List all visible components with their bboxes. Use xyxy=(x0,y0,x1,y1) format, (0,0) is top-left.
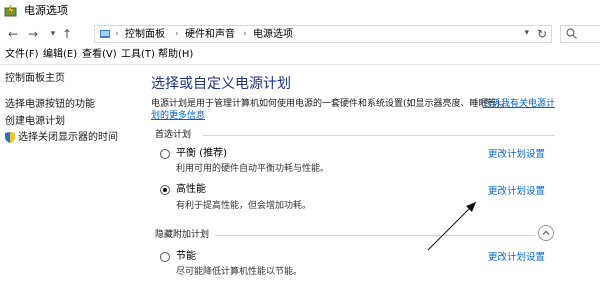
collapse-icon[interactable] xyxy=(538,225,554,241)
plan-balanced-desc: 利用可用的硬件自动平衡功耗与性能。 xyxy=(176,164,330,174)
plan-balanced-settings-link[interactable]: 更改计划设置 xyxy=(488,149,545,161)
sidebar-item-create-plan[interactable]: 创建电源计划 xyxy=(5,115,65,128)
menu-bar: 文件(F) 编辑(E) 查看(V) 工具(T) 帮助(H) xyxy=(0,46,600,64)
menu-divider xyxy=(0,64,600,65)
plan-power-saver-settings-link[interactable]: 更改计划设置 xyxy=(488,252,545,264)
window-title: 电源选项 xyxy=(24,4,68,17)
power-options-icon xyxy=(4,4,17,17)
menu-file[interactable]: 文件(F) xyxy=(5,48,39,62)
address-bar: ← → ▾ ↑ › 控制面板 › 硬件和声音 › 电源选项 ▾ ↻ xyxy=(0,24,600,44)
hidden-plans-label: 隐藏附加计划 xyxy=(155,230,210,240)
menu-help[interactable]: 帮助(H) xyxy=(158,48,193,62)
learn-more-link[interactable]: 告诉我有关电源计 xyxy=(483,98,555,111)
plan-power-saver-radio[interactable] xyxy=(160,252,170,262)
crumb-power-options[interactable]: 电源选项 xyxy=(253,28,293,41)
sidebar-item-power-button[interactable]: 选择电源按钮的功能 xyxy=(5,98,95,111)
address-dropdown-icon[interactable]: ▾ xyxy=(524,28,529,38)
crumb-control-panel[interactable]: 控制面板 xyxy=(125,28,165,41)
forward-icon[interactable]: → xyxy=(26,26,40,42)
page-title: 选择或自定义电源计划 xyxy=(151,76,291,92)
address-box[interactable]: › 控制面板 › 硬件和声音 › 电源选项 ▾ ↻ xyxy=(94,25,552,43)
refresh-icon[interactable]: ↻ xyxy=(537,27,547,41)
search-icon xyxy=(566,28,577,39)
plan-high-performance-desc: 有利于提高性能，但会增加功耗。 xyxy=(176,201,312,211)
back-icon[interactable]: ← xyxy=(6,26,20,42)
up-icon[interactable]: ↑ xyxy=(60,26,74,42)
plan-power-saver-desc: 尽可能降低计算机性能以节能。 xyxy=(176,267,303,277)
crumb-separator: › xyxy=(115,29,119,39)
control-panel-icon xyxy=(100,30,110,38)
title-bar: 电源选项 xyxy=(0,0,600,24)
group-divider xyxy=(215,235,535,236)
preferred-plans-label: 首选计划 xyxy=(155,130,192,140)
learn-more-link-cont[interactable]: 划的更多信息 xyxy=(151,110,205,123)
crumb-hardware-sound[interactable]: 硬件和声音 xyxy=(185,28,235,41)
plan-high-performance-radio[interactable] xyxy=(160,185,170,195)
crumb-separator: › xyxy=(175,29,179,39)
sidebar-item-control-panel-home[interactable]: 控制面板主页 xyxy=(5,72,65,85)
plan-power-saver-name[interactable]: 节能 xyxy=(176,250,196,263)
menu-view[interactable]: 查看(V) xyxy=(82,48,117,62)
plan-high-performance-settings-link[interactable]: 更改计划设置 xyxy=(488,186,545,198)
menu-edit[interactable]: 编辑(E) xyxy=(43,48,77,62)
plan-high-performance-name[interactable]: 高性能 xyxy=(176,183,206,196)
search-input[interactable] xyxy=(560,25,600,43)
crumb-separator: › xyxy=(243,29,247,39)
plan-balanced-name[interactable]: 平衡 (推荐) xyxy=(176,147,227,160)
shield-icon xyxy=(5,132,15,143)
plan-balanced-radio[interactable] xyxy=(160,149,170,159)
menu-tools[interactable]: 工具(T) xyxy=(121,48,155,62)
group-divider xyxy=(203,135,555,136)
sidebar-item-display-off[interactable]: 选择关闭显示器的时间 xyxy=(18,131,118,144)
recent-dropdown-icon[interactable]: ▾ xyxy=(46,26,60,42)
